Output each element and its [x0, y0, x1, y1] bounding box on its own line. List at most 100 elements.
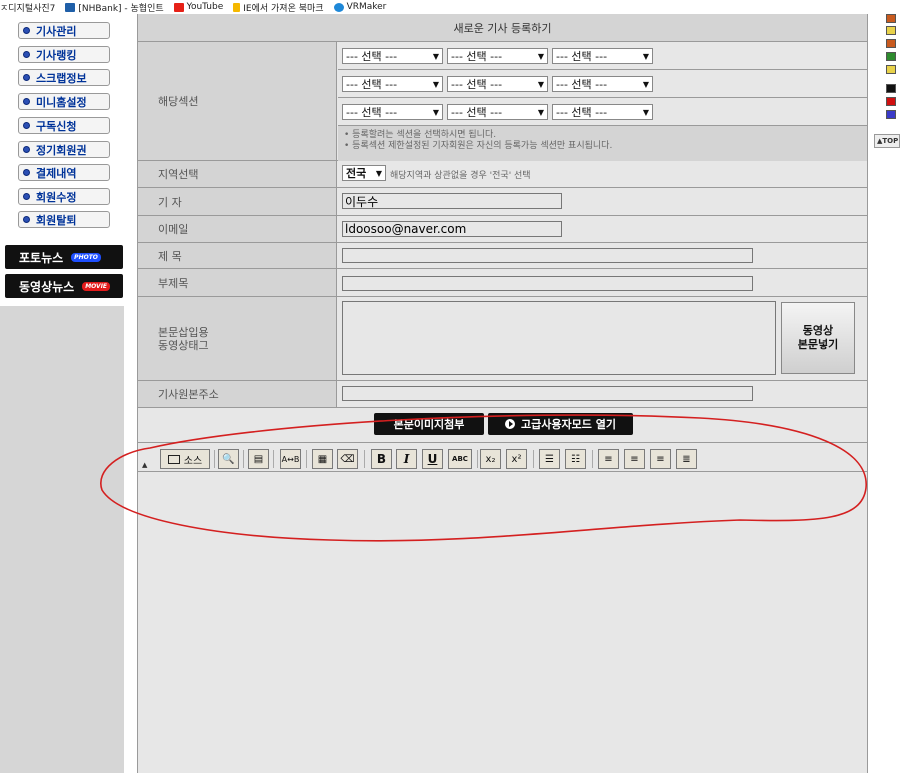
collapse-toolbar-icon[interactable]: ▲	[142, 461, 147, 469]
align-center-icon[interactable]: ≡	[624, 449, 645, 469]
bullet-list-icon[interactable]: ☷	[565, 449, 586, 469]
bookmark-digital-photo[interactable]: ㅈ디지털사진7	[0, 1, 55, 14]
bold-button[interactable]: B	[371, 449, 392, 469]
color-swatch[interactable]	[886, 84, 896, 93]
eraser-icon[interactable]: ⌫	[337, 449, 358, 469]
bullet-icon	[23, 27, 30, 34]
select-value: --- 선택 ---	[556, 106, 608, 119]
reporter-row: 기 자 이두수	[138, 188, 867, 216]
toolbar-divider	[592, 450, 593, 468]
email-input[interactable]: ldoosoo@naver.com	[342, 221, 562, 237]
bookmark-youtube[interactable]: YouTube	[173, 2, 224, 12]
video-btn-line2: 본문넣기	[797, 338, 839, 351]
source-url-label: 기사원본주소	[138, 381, 337, 407]
source-url-cell	[338, 381, 867, 407]
table-icon[interactable]: ▦	[312, 449, 333, 469]
section-selects: --- 선택 --- ▼ --- 선택 --- ▼ --- 선택 --- ▼ --- …	[338, 42, 867, 161]
section-note: • 등록할려는 섹션을 선택하시면 됩니다.	[344, 130, 497, 140]
subtitle-input[interactable]	[342, 276, 753, 291]
color-swatch[interactable]	[886, 97, 896, 106]
menu-article-ranking[interactable]: 기사랭킹	[18, 46, 110, 63]
video-tag-textarea[interactable]	[342, 301, 776, 375]
toolbar-divider	[273, 450, 274, 468]
menu-minihome-settings[interactable]: 미니홈설정	[18, 93, 110, 110]
color-swatch[interactable]	[886, 52, 896, 61]
select-value: --- 선택 ---	[346, 78, 398, 91]
bookmark-ie-imported[interactable]: IE에서 가져온 북마크	[233, 1, 324, 14]
reporter-input[interactable]: 이두수	[342, 193, 562, 209]
select-value: 전국	[346, 167, 367, 180]
ordered-list-icon[interactable]: ☰	[539, 449, 560, 469]
section-2-select-3[interactable]: --- 선택 --- ▼	[552, 76, 653, 92]
photo-news-button[interactable]: 포토뉴스 PHOTO	[5, 245, 123, 269]
section-3-select-2[interactable]: --- 선택 --- ▼	[447, 104, 548, 120]
section-1-select-3[interactable]: --- 선택 --- ▼	[552, 48, 653, 64]
section-2-select-2[interactable]: --- 선택 --- ▼	[447, 76, 548, 92]
menu-label: 구독신청	[36, 119, 77, 133]
select-value: --- 선택 ---	[451, 106, 503, 119]
dropdown-arrow-icon: ▼	[432, 52, 439, 61]
select-value: --- 선택 ---	[556, 50, 608, 63]
align-left-icon[interactable]: ≡	[598, 449, 619, 469]
menu-scrap-info[interactable]: 스크랩정보	[18, 69, 110, 86]
left-sidebar: 기사관리 기사랭킹 스크랩정보 미니홈설정 구독신청 정기회원권 결제내역 회원…	[0, 14, 124, 773]
template-icon[interactable]: ▤	[248, 449, 269, 469]
underline-button[interactable]: U	[422, 449, 443, 469]
attach-image-button[interactable]: 본문이미지첨부	[374, 413, 484, 435]
color-swatch[interactable]	[886, 14, 896, 23]
menu-subscribe[interactable]: 구독신청	[18, 117, 110, 134]
insert-video-button[interactable]: 동영상 본문넣기	[781, 302, 855, 374]
superscript-button[interactable]: x²	[506, 449, 527, 469]
toolbar-divider	[533, 450, 534, 468]
nhbank-icon	[65, 2, 76, 12]
menu-withdraw[interactable]: 회원탈퇴	[18, 211, 110, 228]
top-button[interactable]: ▲TOP	[874, 134, 900, 148]
subject-input[interactable]	[342, 248, 753, 263]
menu-edit-member[interactable]: 회원수정	[18, 188, 110, 205]
color-swatch[interactable]	[886, 26, 896, 35]
select-value: --- 선택 ---	[346, 50, 398, 63]
section-1-select-2[interactable]: --- 선택 --- ▼	[447, 48, 548, 64]
subscript-button[interactable]: x₂	[480, 449, 501, 469]
video-tag-row: 본문삽입용 동영상태그 동영상 본문넣기	[138, 297, 867, 381]
editor-toolbar: ▲ 소스 🔍 ▤ A↔B ▦ ⌫ B I U ABC x₂ x² ☰ ☷ ≡ ≡…	[138, 442, 867, 471]
menu-payment-history[interactable]: 결제내역	[18, 164, 110, 181]
advanced-mode-label: 고급사용자모드 열기	[521, 418, 616, 431]
dropdown-arrow-icon: ▼	[642, 108, 649, 117]
menu-membership[interactable]: 정기회원권	[18, 141, 110, 158]
section-3-select-3[interactable]: --- 선택 --- ▼	[552, 104, 653, 120]
bookmark-label: YouTube	[186, 2, 224, 12]
advanced-mode-button[interactable]: 고급사용자모드 열기	[488, 413, 633, 435]
dropdown-arrow-icon: ▼	[537, 108, 544, 117]
align-justify-icon[interactable]: ≣	[676, 449, 697, 469]
bullet-icon	[23, 122, 30, 129]
menu-article-manage[interactable]: 기사관리	[18, 22, 110, 39]
dropdown-arrow-icon: ▼	[537, 80, 544, 89]
section-3-select-1[interactable]: --- 선택 --- ▼	[342, 104, 443, 120]
movie-news-button[interactable]: 동영상뉴스 MOVIE	[5, 274, 123, 298]
bookmark-nhbank[interactable]: [NHBank] - 농협인트	[65, 1, 164, 14]
color-swatch[interactable]	[886, 110, 896, 119]
preview-icon[interactable]: 🔍	[218, 449, 239, 469]
region-select[interactable]: 전국 ▼	[342, 165, 386, 181]
dropdown-arrow-icon: ▼	[375, 169, 382, 178]
section-1-select-1[interactable]: --- 선택 --- ▼	[342, 48, 443, 64]
color-swatch[interactable]	[886, 39, 896, 48]
dropdown-arrow-icon: ▼	[432, 80, 439, 89]
bullet-icon	[23, 216, 30, 223]
section-2-select-1[interactable]: --- 선택 --- ▼	[342, 76, 443, 92]
editor-content-area[interactable]	[138, 471, 867, 773]
source-url-input[interactable]	[342, 386, 753, 401]
dropdown-arrow-icon: ▼	[432, 108, 439, 117]
italic-button[interactable]: I	[396, 449, 417, 469]
strikethrough-button[interactable]: ABC	[448, 449, 472, 469]
folder-icon	[233, 2, 241, 12]
play-icon	[505, 419, 516, 429]
email-cell: ldoosoo@naver.com	[338, 216, 867, 242]
bookmark-vrmaker[interactable]: VRMaker	[333, 2, 386, 12]
menu-label: 스크랩정보	[36, 71, 87, 85]
align-right-icon[interactable]: ≡	[650, 449, 671, 469]
find-replace-icon[interactable]: A↔B	[280, 449, 301, 469]
source-button[interactable]: 소스	[160, 449, 210, 469]
color-swatch[interactable]	[886, 65, 896, 74]
